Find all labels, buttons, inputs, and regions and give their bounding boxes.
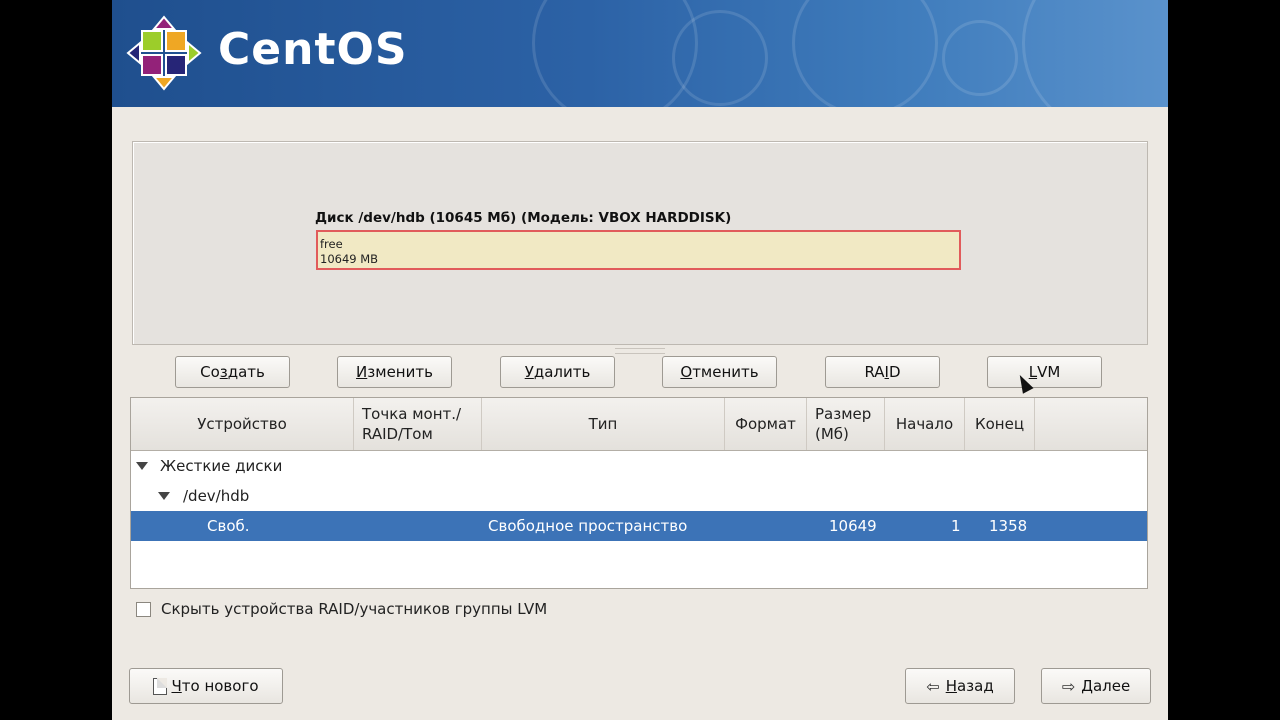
- column-label: Начало: [895, 415, 954, 433]
- installer-screen: CentOS Диск /dev/hdb (10645 Мб) (Модель:…: [112, 0, 1168, 720]
- checkbox-label: Скрыть устройства RAID/участников группы…: [161, 600, 548, 618]
- mnemonic-letter: У: [524, 363, 534, 381]
- mnemonic-letter: Н: [945, 677, 957, 695]
- button-label: далить: [533, 363, 591, 381]
- button-label: алее: [1092, 677, 1131, 695]
- banner-decoration: [1022, 0, 1168, 107]
- button-label: D: [888, 363, 901, 381]
- column-header-mount[interactable]: Точка монт./ RAID/Том: [354, 398, 482, 450]
- delete-button[interactable]: Удалить: [500, 356, 615, 388]
- disk-map-panel: Диск /dev/hdb (10645 Мб) (Модель: VBOX H…: [132, 141, 1148, 345]
- tree-header: Устройство Точка монт./ RAID/Том Тип Фор…: [131, 398, 1147, 451]
- segment-label: free: [320, 237, 343, 251]
- hide-raid-checkbox[interactable]: Скрыть устройства RAID/участников группы…: [136, 600, 547, 618]
- segment-size: 10649 MB: [320, 252, 379, 266]
- button-label: дать: [227, 363, 265, 381]
- mnemonic-letter: L: [1028, 363, 1038, 381]
- banner-decoration: [672, 10, 768, 106]
- button-label: азад: [956, 677, 994, 695]
- button-label: VM: [1037, 363, 1061, 381]
- mnemonic-letter: И: [356, 363, 368, 381]
- checkbox-box[interactable]: [136, 601, 151, 617]
- back-button[interactable]: ⇦ Назад: [905, 668, 1015, 704]
- row-start: 1: [951, 517, 961, 535]
- create-button[interactable]: Со з дать: [175, 356, 290, 388]
- next-button[interactable]: ⇨ Далее: [1041, 668, 1151, 704]
- column-header-type[interactable]: Тип: [482, 398, 725, 450]
- column-label: Конец: [974, 415, 1025, 433]
- centos-logo-text: CentOS: [218, 24, 408, 75]
- banner-decoration: [942, 20, 1018, 96]
- column-label: Устройство: [197, 415, 287, 433]
- column-header-device[interactable]: Устройство: [131, 398, 354, 450]
- header-banner: CentOS: [112, 0, 1168, 107]
- expander-icon[interactable]: [136, 462, 148, 470]
- arrow-left-icon: ⇦: [926, 676, 940, 696]
- group-label: Жесткие диски: [160, 457, 283, 475]
- table-row[interactable]: Своб. Свободное пространство 10649 1 135…: [131, 511, 1147, 541]
- button-label: Со: [200, 363, 220, 381]
- row-size: 10649: [829, 517, 877, 535]
- raid-button[interactable]: RA I D: [825, 356, 940, 388]
- banner-decoration: [792, 0, 938, 107]
- column-header-end[interactable]: Конец: [965, 398, 1035, 450]
- column-header-size[interactable]: Размер (Мб): [807, 398, 885, 450]
- row-end: 1358: [989, 517, 1028, 535]
- partition-tree[interactable]: Устройство Точка монт./ RAID/Том Тип Фор…: [130, 397, 1148, 589]
- lvm-button[interactable]: L VM: [987, 356, 1102, 388]
- row-type: Свободное пространство: [488, 517, 688, 535]
- button-label: тменить: [692, 363, 759, 381]
- mnemonic-letter: Д: [1081, 677, 1093, 695]
- column-label: Формат: [735, 415, 796, 433]
- disk-free-segment[interactable]: free 10649 MB: [316, 230, 961, 270]
- column-label: Точка монт./ RAID/Том: [362, 405, 462, 443]
- column-header-format[interactable]: Формат: [725, 398, 807, 450]
- mnemonic-letter: О: [680, 363, 693, 381]
- tree-row-device[interactable]: /dev/hdb: [131, 481, 1147, 511]
- arrow-right-icon: ⇨: [1061, 676, 1076, 696]
- expander-icon[interactable]: [158, 492, 170, 500]
- reset-button[interactable]: Отменить: [662, 356, 777, 388]
- pane-splitter[interactable]: [615, 348, 665, 354]
- button-label: зменить: [367, 363, 433, 381]
- button-label: то нового: [181, 677, 259, 695]
- row-device: Своб.: [207, 517, 250, 535]
- mnemonic-letter: Ч: [171, 677, 182, 695]
- centos-logo-icon: [126, 15, 202, 91]
- column-header-start[interactable]: Начало: [885, 398, 965, 450]
- edit-button[interactable]: Изменить: [337, 356, 452, 388]
- tree-row-group[interactable]: Жесткие диски: [131, 451, 1147, 481]
- whats-new-button[interactable]: Что нового: [129, 668, 283, 704]
- document-icon: [153, 677, 168, 695]
- column-label: Тип: [588, 415, 618, 433]
- mnemonic-letter: з: [219, 363, 228, 381]
- column-label: Размер (Мб): [815, 405, 872, 443]
- device-label: /dev/hdb: [183, 487, 250, 505]
- button-label: RA: [864, 363, 885, 381]
- disk-title: Диск /dev/hdb (10645 Мб) (Модель: VBOX H…: [315, 210, 732, 226]
